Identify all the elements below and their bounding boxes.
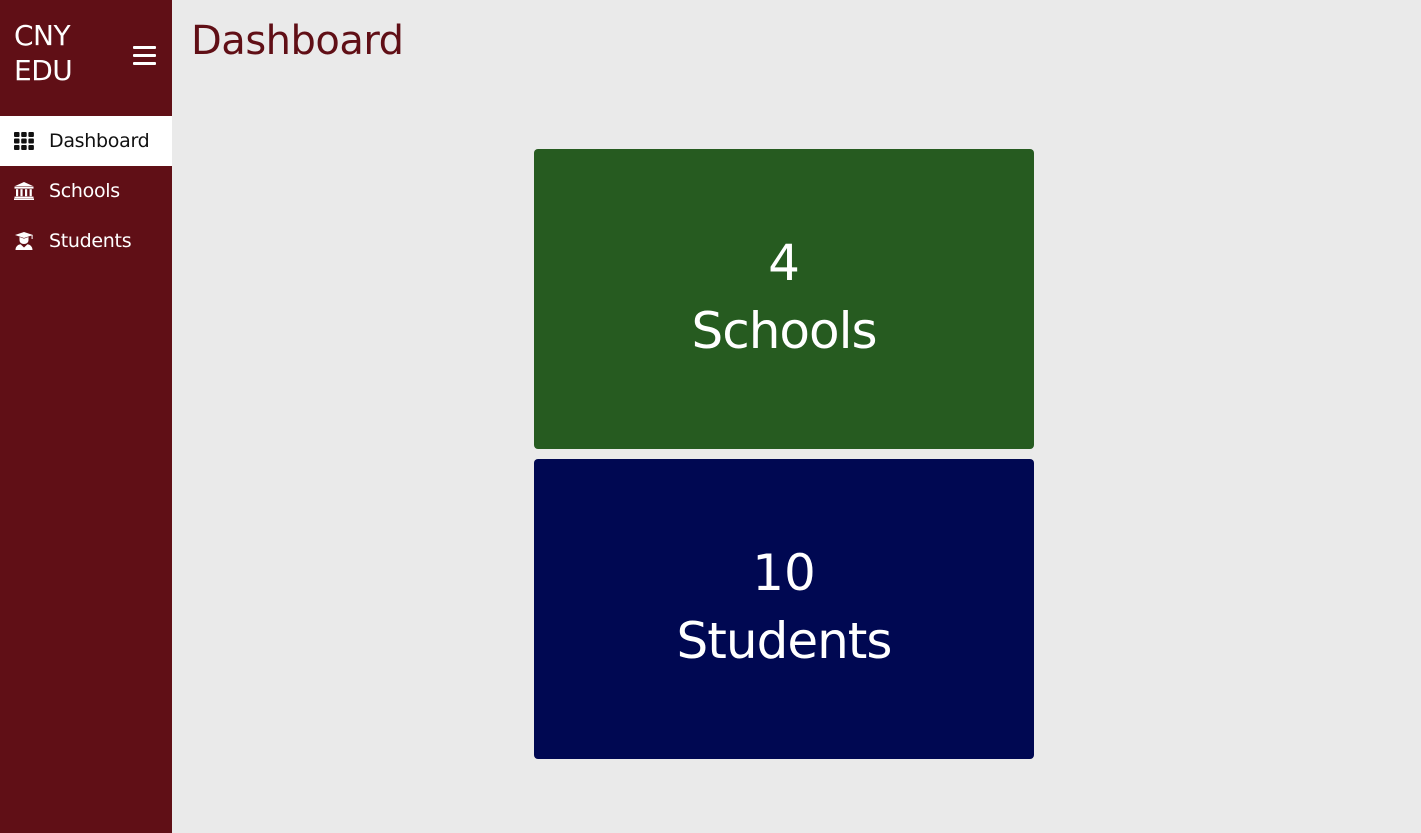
page-title: Dashboard	[191, 18, 404, 64]
sidebar-item-label: Students	[49, 230, 132, 252]
brand-title: CNY EDU	[14, 19, 73, 87]
schools-count: 4	[768, 234, 800, 292]
schools-label: Schools	[691, 302, 877, 360]
sidebar-item-students[interactable]: Students	[0, 216, 172, 266]
menu-toggle-button[interactable]	[133, 46, 156, 66]
app-root: CNY EDU Dashboard Schools Students Dashb…	[0, 0, 1421, 833]
sidebar: CNY EDU Dashboard Schools Students	[0, 0, 172, 833]
students-label: Students	[676, 612, 893, 670]
hamburger-icon	[133, 46, 156, 49]
students-count: 10	[752, 544, 816, 602]
students-stat-card[interactable]: 10 Students	[534, 459, 1034, 759]
schools-stat-card[interactable]: 4 Schools	[534, 149, 1034, 449]
grid-icon	[14, 132, 34, 150]
sidebar-item-dashboard[interactable]: Dashboard	[0, 116, 172, 166]
hamburger-icon-line	[133, 54, 156, 57]
institution-icon	[14, 182, 34, 200]
sidebar-item-label: Schools	[49, 180, 120, 202]
hamburger-icon-line	[133, 62, 156, 65]
graduate-icon	[15, 232, 33, 250]
brand-header: CNY EDU	[0, 0, 172, 116]
sidebar-item-label: Dashboard	[49, 130, 150, 152]
sidebar-item-schools[interactable]: Schools	[0, 166, 172, 216]
